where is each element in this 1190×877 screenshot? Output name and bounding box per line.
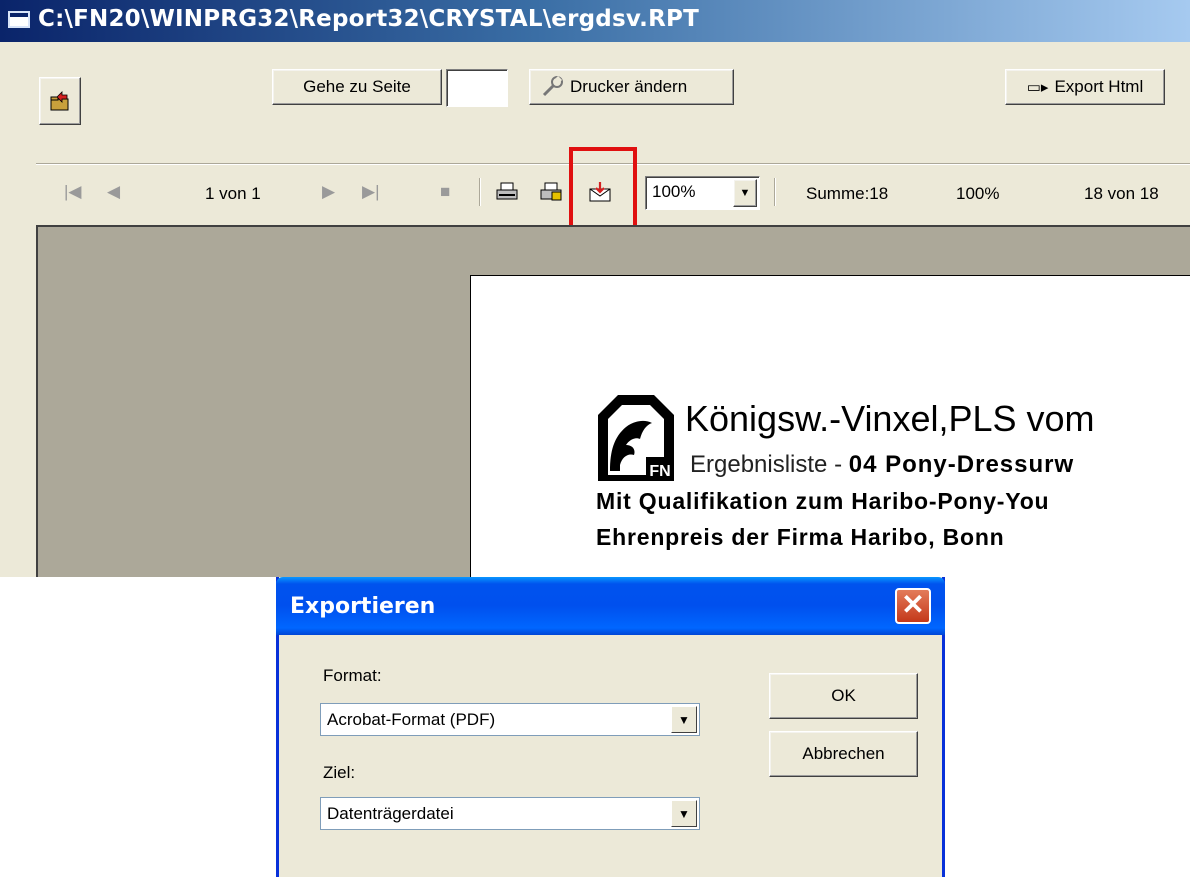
change-printer-label: Drucker ändern	[570, 77, 688, 96]
chevron-down-icon: ▼	[678, 806, 690, 821]
cancel-button[interactable]: Abbrechen	[769, 731, 918, 777]
window-titlebar[interactable]: C:\FN20\WINPRG32\Report32\CRYSTAL\ergdsv…	[0, 0, 1190, 42]
last-page-button[interactable]: ▶|	[362, 182, 380, 202]
first-page-button[interactable]: |◀	[64, 182, 82, 202]
exit-button[interactable]	[39, 77, 81, 125]
folder-exit-icon	[50, 91, 69, 111]
toolbar-separator	[774, 178, 776, 206]
next-page-icon: ▶	[322, 182, 336, 201]
wrench-icon	[542, 75, 563, 97]
report-subtitle-bold: 04 Pony-Dressurw	[848, 451, 1075, 478]
zoom-dropdown-button[interactable]: ▼	[733, 179, 757, 207]
printer-setup-button[interactable]	[539, 181, 563, 203]
report-page: FN Königsw.-Vinxel,PLS vom Ergebnisliste…	[470, 275, 1190, 577]
format-label: Format:	[323, 666, 382, 685]
zoom-value: 100%	[652, 182, 696, 201]
window-app-icon[interactable]	[8, 11, 30, 28]
first-page-icon: |◀	[64, 182, 82, 201]
report-window: C:\FN20\WINPRG32\Report32\CRYSTAL\ergdsv…	[0, 0, 1190, 577]
export-html-icon: ▭▸	[1026, 79, 1049, 96]
page-indicator: 1 von 1	[205, 184, 261, 203]
report-title: Königsw.-Vinxel,PLS vom	[685, 398, 1095, 439]
close-icon: ✕	[901, 589, 925, 620]
toolbar-separator	[479, 178, 481, 206]
previous-page-button[interactable]: ◀	[107, 182, 120, 202]
stop-icon: ■	[440, 182, 451, 201]
print-button[interactable]	[495, 181, 519, 203]
cancel-label: Abbrechen	[802, 744, 885, 763]
fn-logo: FN	[598, 395, 674, 481]
format-dropdown-button[interactable]: ▼	[671, 706, 697, 733]
target-value: Datenträgerdatei	[327, 804, 454, 823]
last-page-icon: ▶|	[362, 182, 380, 201]
dialog-close-button[interactable]: ✕	[895, 588, 931, 624]
previous-page-icon: ◀	[107, 182, 121, 201]
ok-label: OK	[831, 686, 856, 705]
printer-icon	[496, 182, 518, 200]
report-subtitle: Ergebnisliste - 04 Pony-Dressurw	[690, 451, 1074, 479]
target-dropdown-button[interactable]: ▼	[671, 800, 697, 827]
goto-page-button[interactable]: Gehe zu Seite	[272, 69, 442, 105]
export-dialog-titlebar[interactable]: Exportieren	[276, 577, 945, 635]
format-select[interactable]: Acrobat-Format (PDF) ▼	[320, 703, 700, 736]
target-label: Ziel:	[323, 763, 356, 782]
export-html-button[interactable]: ▭▸ Export Html	[1005, 69, 1165, 105]
stop-button[interactable]: ■	[440, 182, 450, 202]
percent-label: 100%	[956, 184, 1000, 203]
next-page-button[interactable]: ▶	[322, 182, 335, 202]
export-dialog-title: Exportieren	[290, 594, 436, 619]
window-title: C:\FN20\WINPRG32\Report32\CRYSTAL\ergdsv…	[38, 6, 699, 32]
target-select[interactable]: Datenträgerdatei ▼	[320, 797, 700, 830]
format-value: Acrobat-Format (PDF)	[327, 710, 496, 729]
goto-page-input[interactable]	[446, 69, 508, 107]
change-printer-button[interactable]: Drucker ändern	[529, 69, 734, 105]
export-html-label: Export Html	[1054, 77, 1144, 96]
svg-text:FN: FN	[649, 463, 670, 480]
records-label: 18 von 18	[1084, 184, 1159, 203]
report-line-qualification: Mit Qualifikation zum Haribo-Pony-You	[596, 488, 1050, 514]
chevron-down-icon: ▼	[678, 712, 690, 727]
total-label: Summe:18	[806, 184, 889, 203]
report-subtitle-prefix: Ergebnisliste -	[690, 451, 843, 478]
goto-page-label: Gehe zu Seite	[303, 77, 411, 96]
ok-button[interactable]: OK	[769, 673, 918, 719]
chevron-down-icon: ▼	[739, 187, 751, 199]
printer-setup-icon	[540, 182, 562, 201]
zoom-select[interactable]: 100% ▼	[645, 176, 760, 210]
report-line-prize: Ehrenpreis der Firma Haribo, Bonn	[596, 524, 1005, 550]
